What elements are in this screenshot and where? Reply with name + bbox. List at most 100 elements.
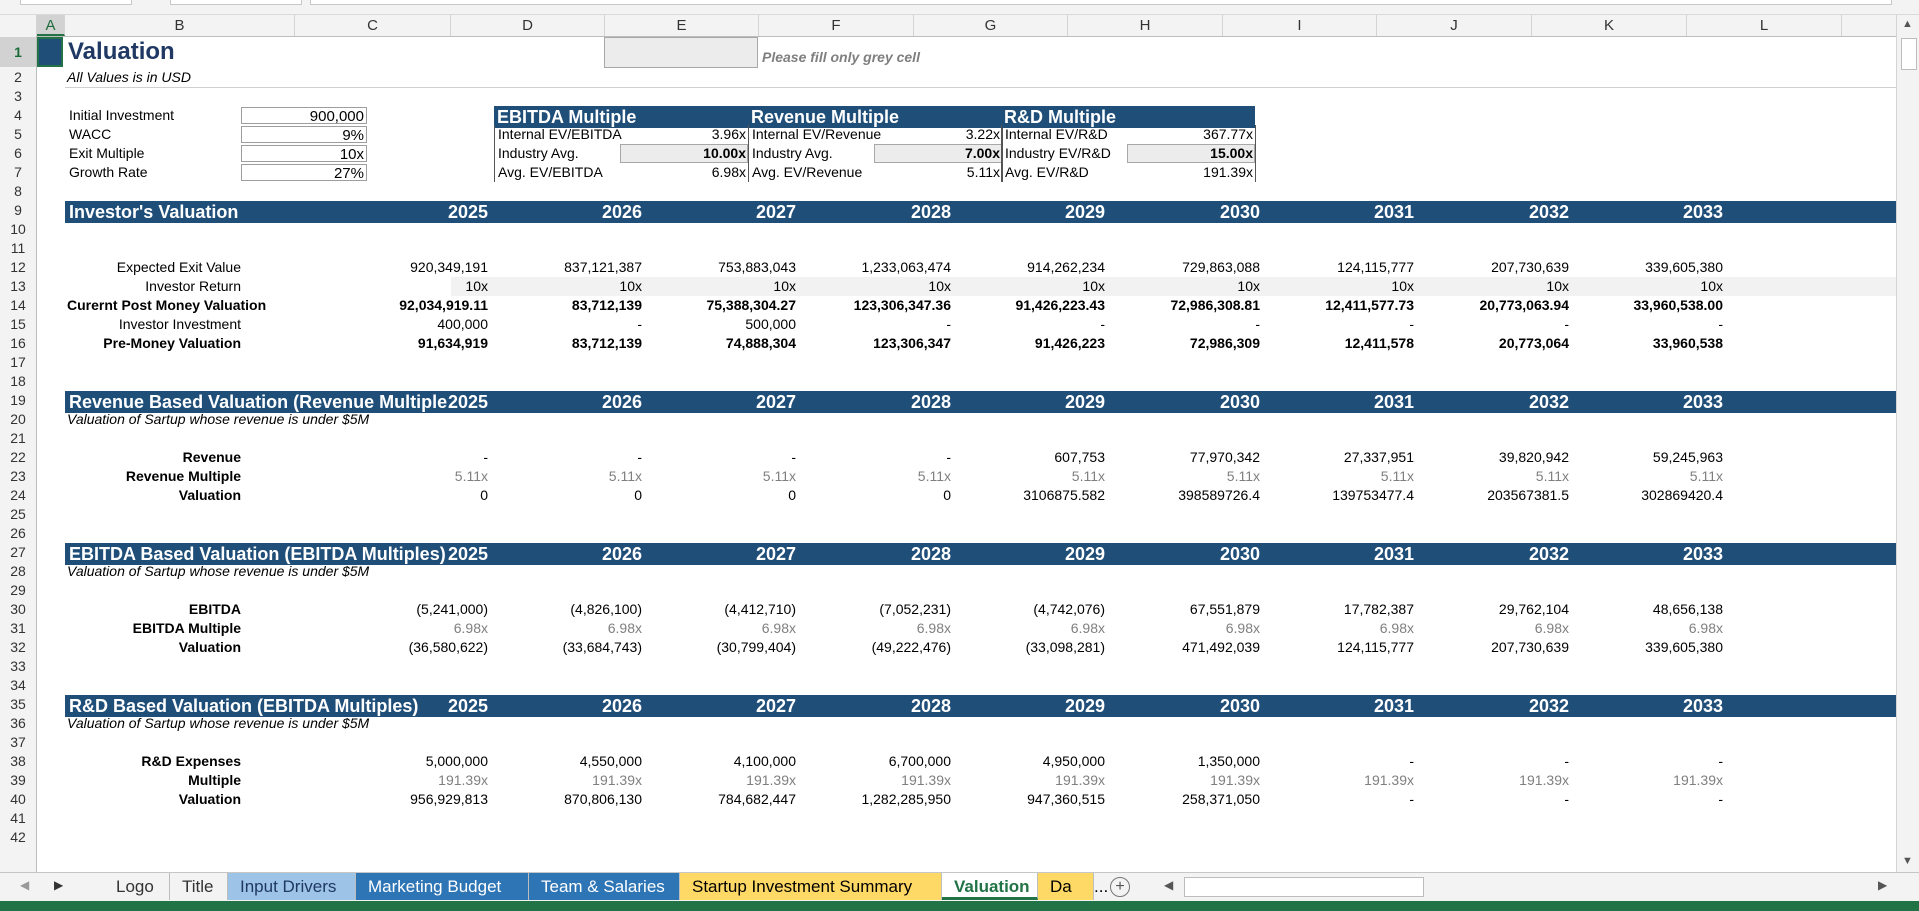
row-header[interactable]: 37	[0, 733, 36, 752]
input-value[interactable]: 9%	[241, 126, 367, 144]
value-cell[interactable]: 5,000,000	[338, 752, 488, 771]
value-cell[interactable]: 29,762,104	[1419, 600, 1569, 619]
value-cell[interactable]: -	[338, 448, 488, 467]
row-header[interactable]: 12	[0, 258, 36, 277]
value-cell[interactable]: 10x	[955, 277, 1105, 296]
row-header[interactable]: 28	[0, 562, 36, 581]
value-cell[interactable]: (33,684,743)	[492, 638, 642, 657]
value-cell[interactable]: -	[1419, 315, 1569, 334]
value-cell[interactable]: 10x	[1419, 277, 1569, 296]
value-cell[interactable]: 17,782,387	[1264, 600, 1414, 619]
row-header[interactable]: 30	[0, 600, 36, 619]
row-header[interactable]: 6	[0, 144, 36, 163]
value-cell[interactable]: 91,634,919	[338, 334, 488, 353]
value-cell[interactable]: 5.11x	[646, 467, 796, 486]
sheet-tab[interactable]: Startup Investment Summary	[680, 873, 942, 900]
value-cell[interactable]: 207,730,639	[1419, 638, 1569, 657]
value-cell[interactable]: -	[492, 315, 642, 334]
value-cell[interactable]: 5.11x	[492, 467, 642, 486]
row-header[interactable]: 11	[0, 239, 36, 258]
value-cell[interactable]: 207,730,639	[1419, 258, 1569, 277]
active-cell-a1[interactable]	[37, 37, 63, 67]
formula-bar[interactable]	[310, 0, 1892, 5]
column-header[interactable]: E	[605, 15, 759, 36]
value-cell[interactable]: 191.39x	[646, 771, 796, 790]
value-cell[interactable]: 784,682,447	[646, 790, 796, 809]
value-cell[interactable]: 12,411,577.73	[1264, 296, 1414, 315]
value-cell[interactable]: 729,863,088	[1110, 258, 1260, 277]
value-cell[interactable]: 5.11x	[1110, 467, 1260, 486]
row-header[interactable]: 31	[0, 619, 36, 638]
value-cell[interactable]: 77,970,342	[1110, 448, 1260, 467]
sheet-tab[interactable]: Da	[1038, 873, 1094, 900]
row-header[interactable]: 8	[0, 182, 36, 201]
column-header[interactable]: H	[1068, 15, 1223, 36]
column-header[interactable]: A	[37, 15, 65, 36]
value-cell[interactable]: 4,950,000	[955, 752, 1105, 771]
input-value[interactable]: 27%	[241, 164, 367, 182]
value-cell[interactable]: 39,820,942	[1419, 448, 1569, 467]
value-cell[interactable]: (4,742,076)	[955, 600, 1105, 619]
value-cell[interactable]: 191.39x	[1419, 771, 1569, 790]
value-cell[interactable]: 20,773,063.94	[1419, 296, 1569, 315]
value-cell[interactable]: 203567381.5	[1419, 486, 1569, 505]
value-cell[interactable]: -	[1264, 752, 1414, 771]
value-cell[interactable]: 0	[646, 486, 796, 505]
prev-sheet-icon[interactable]: ◀	[20, 878, 29, 892]
select-all-corner[interactable]	[0, 15, 37, 36]
value-cell[interactable]: (33,098,281)	[955, 638, 1105, 657]
value-cell[interactable]: 124,115,777	[1264, 258, 1414, 277]
row-header[interactable]: 32	[0, 638, 36, 657]
column-header[interactable]: K	[1532, 15, 1687, 36]
value-cell[interactable]: 20,773,064	[1419, 334, 1569, 353]
value-cell[interactable]: 191.39x	[801, 771, 951, 790]
value-cell[interactable]: 5.11x	[801, 467, 951, 486]
row-header[interactable]: 20	[0, 410, 36, 429]
row-header[interactable]: 35	[0, 695, 36, 714]
value-cell[interactable]: 4,100,000	[646, 752, 796, 771]
value-cell[interactable]: 500,000	[646, 315, 796, 334]
column-header[interactable]: F	[759, 15, 914, 36]
value-cell[interactable]: 1,233,063,474	[801, 258, 951, 277]
row-header[interactable]: 5	[0, 125, 36, 144]
value-cell[interactable]: 83,712,139	[492, 334, 642, 353]
value-cell[interactable]: -	[1110, 315, 1260, 334]
value-cell[interactable]: 123,306,347.36	[801, 296, 951, 315]
sheet-tab[interactable]: Title	[170, 873, 228, 900]
value-cell[interactable]: 0	[338, 486, 488, 505]
row-header[interactable]: 16	[0, 334, 36, 353]
value-cell[interactable]: 33,960,538.00	[1573, 296, 1723, 315]
sheet-tab[interactable]: Logo	[104, 873, 170, 900]
row-header[interactable]: 25	[0, 505, 36, 524]
value-cell[interactable]: 191.39x	[492, 771, 642, 790]
value-cell[interactable]: 339,605,380	[1573, 258, 1723, 277]
sheet-tab[interactable]: Team & Salaries	[529, 873, 680, 900]
row-header[interactable]: 39	[0, 771, 36, 790]
value-cell[interactable]: -	[492, 448, 642, 467]
row-header[interactable]: 2	[0, 68, 36, 87]
value-cell[interactable]: 191.39x	[1573, 771, 1723, 790]
name-box[interactable]	[20, 0, 132, 5]
value-cell[interactable]: 4,550,000	[492, 752, 642, 771]
row-header[interactable]: 26	[0, 524, 36, 543]
value-cell[interactable]: 91,426,223.43	[955, 296, 1105, 315]
value-cell[interactable]: 191.39x	[1110, 771, 1260, 790]
value-cell[interactable]: 72,986,308.81	[1110, 296, 1260, 315]
value-cell[interactable]: 72,986,309	[1110, 334, 1260, 353]
value-cell[interactable]: 0	[801, 486, 951, 505]
value-cell[interactable]: 74,888,304	[646, 334, 796, 353]
value-cell[interactable]: 10x	[1264, 277, 1414, 296]
value-cell[interactable]: 83,712,139	[492, 296, 642, 315]
sheet-tab[interactable]: Marketing Budget	[356, 873, 529, 900]
value-cell[interactable]: 10x	[646, 277, 796, 296]
value-cell[interactable]: 10x	[1110, 277, 1260, 296]
value-cell[interactable]: -	[1419, 752, 1569, 771]
value-cell[interactable]: 139753477.4	[1264, 486, 1414, 505]
value-cell[interactable]: 920,349,191	[338, 258, 488, 277]
column-header[interactable]: B	[65, 15, 295, 36]
value-cell[interactable]: -	[646, 448, 796, 467]
value-cell[interactable]: 124,115,777	[1264, 638, 1414, 657]
value-cell[interactable]: -	[1419, 790, 1569, 809]
multiple-value[interactable]: 15.00x	[1101, 144, 1253, 163]
value-cell[interactable]: (30,799,404)	[646, 638, 796, 657]
